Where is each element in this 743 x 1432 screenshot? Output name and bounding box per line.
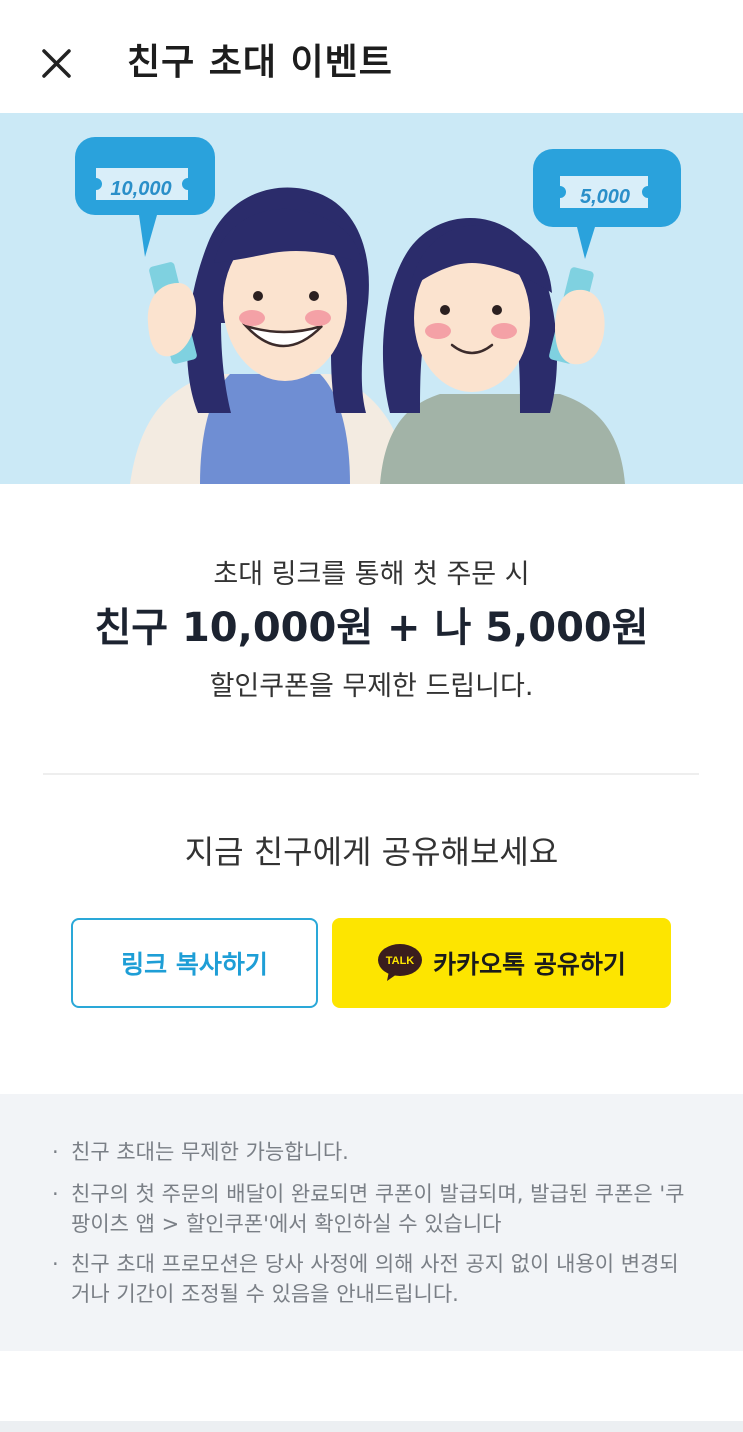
right-ticket-value: 5,000 (580, 186, 630, 208)
kakaotalk-icon: TALK (378, 944, 423, 981)
close-icon (42, 49, 71, 78)
right-woman-illustration (380, 218, 625, 484)
promo-subtitle: 초대 링크를 통해 첫 주문 시 (213, 559, 530, 590)
event-banner-illustration: 10,000 5,000 (0, 113, 743, 484)
bottom-strip (0, 1421, 743, 1432)
kakaotalk-icon-text: TALK (386, 955, 415, 967)
notice-text: 친구 초대 프로모션은 당사 사정에 의해 사전 공지 없이 내용이 변경되거나… (71, 1252, 679, 1306)
notice-item: · 친구의 첫 주문의 배달이 완료되면 쿠폰이 발급되며, 발급된 쿠폰은 '… (52, 1179, 692, 1239)
left-ticket-value: 10,000 (110, 178, 171, 200)
right-speech-bubble: 5,000 (533, 149, 681, 259)
notice-item: · 친구 초대 프로모션은 당사 사정에 의해 사전 공지 없이 내용이 변경되… (52, 1249, 692, 1309)
left-woman-illustration (130, 187, 410, 484)
page-title: 친구 초대 이벤트 (127, 42, 393, 83)
notice-text: 친구의 첫 주문의 배달이 완료되면 쿠폰이 발급되며, 발급된 쿠폰은 '쿠팡… (71, 1182, 685, 1236)
kakao-share-button[interactable]: TALK 카카오톡 공유하기 (332, 918, 671, 1008)
copy-link-button[interactable]: 링크 복사하기 (71, 918, 318, 1008)
bullet-dot: · (52, 1182, 59, 1206)
notice-item: · 친구 초대는 무제한 가능합니다. (52, 1137, 692, 1167)
bullet-dot: · (52, 1140, 59, 1164)
notice-text: 친구 초대는 무제한 가능합니다. (71, 1140, 349, 1164)
kakao-share-label: 카카오톡 공유하기 (433, 950, 626, 979)
promo-headline: 친구 10,000원 + 나 5,000원 (94, 605, 649, 651)
copy-link-label: 링크 복사하기 (121, 950, 268, 979)
left-speech-bubble: 10,000 (75, 137, 215, 257)
top-bar: 친구 초대 이벤트 (0, 0, 743, 113)
notice-section: · 친구 초대는 무제한 가능합니다. · 친구의 첫 주문의 배달이 완료되면… (0, 1094, 743, 1351)
close-button[interactable] (34, 40, 80, 86)
share-heading: 지금 친구에게 공유해보세요 (184, 833, 559, 871)
promo-description: 할인쿠폰을 무제한 드립니다. (209, 671, 534, 702)
section-divider (43, 773, 699, 775)
bullet-dot: · (52, 1252, 59, 1276)
